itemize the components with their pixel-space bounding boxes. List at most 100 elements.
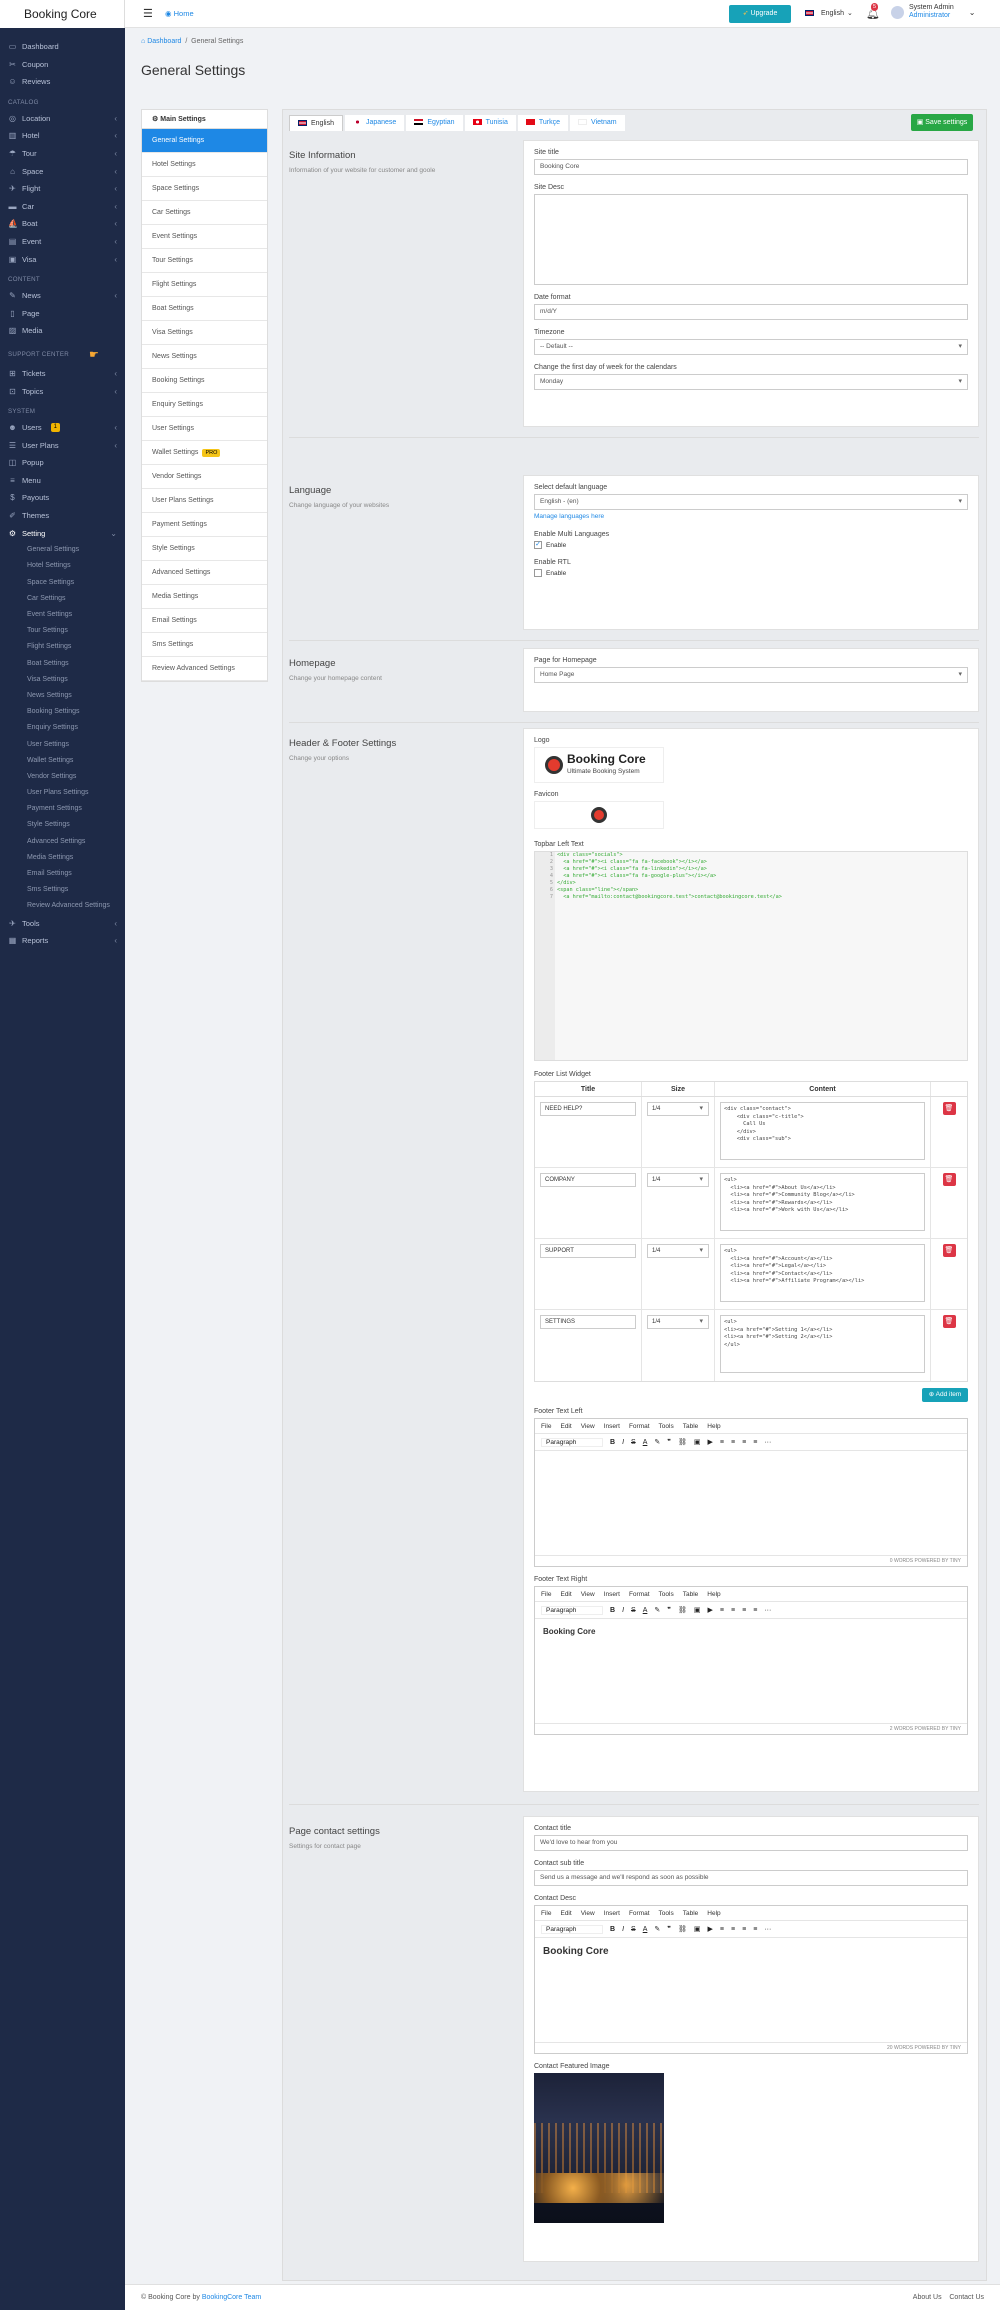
widget-content-textarea[interactable]: <ul> <li><a href="#">About Us</a></li> <… [720, 1173, 925, 1231]
manage-languages-link[interactable]: Manage languages here [534, 513, 968, 520]
multi-language-checkbox[interactable]: ✓ Enable [534, 541, 968, 549]
widget-size-select[interactable]: 1/4 [647, 1173, 709, 1187]
language-dropdown[interactable]: English ⌄ [805, 9, 853, 17]
sidebar-subitem[interactable]: Sms Settings [0, 882, 125, 898]
tab-egyptian[interactable]: Egyptian [406, 115, 463, 131]
sidebar-item-space[interactable]: ⌂ Space ‹ [0, 163, 125, 181]
settings-menu-item[interactable]: Email Settings [142, 609, 267, 633]
widget-size-select[interactable]: 1/4 [647, 1315, 709, 1329]
sidebar-subitem[interactable]: Style Settings [0, 817, 125, 833]
settings-menu-item[interactable]: Flight Settings [142, 273, 267, 297]
bold-icon[interactable]: B [610, 1607, 615, 1614]
sidebar-subitem[interactable]: Space Settings [0, 575, 125, 591]
editor-body[interactable]: Booking Core [535, 1938, 967, 2042]
sidebar-item-tour[interactable]: ☂ Tour ‹ [0, 145, 125, 163]
date-format-input[interactable]: m/d/Y [534, 304, 968, 320]
text-color-icon[interactable]: A [643, 1607, 648, 1614]
sidebar-item-news[interactable]: ✎ News ‹ [0, 287, 125, 305]
editor-body[interactable] [535, 1451, 967, 1555]
notification-bell[interactable]: 🔔︎ 5 [866, 3, 880, 20]
contact-title-input[interactable]: We'd love to hear from you [534, 1835, 968, 1851]
widget-content-textarea[interactable]: <div class="contact"> <div class="c-titl… [720, 1102, 925, 1160]
sidebar-subitem[interactable]: Flight Settings [0, 639, 125, 655]
text-color-icon[interactable]: A [643, 1926, 648, 1933]
sidebar-item-setting[interactable]: ⚙ Setting ⌄ [0, 525, 125, 543]
widget-title-input[interactable]: SETTINGS [540, 1315, 636, 1329]
contact-subtitle-input[interactable]: Send us a message and we'll respond as s… [534, 1870, 968, 1886]
settings-menu-item[interactable]: User Settings [142, 417, 267, 441]
align-right-icon[interactable]: ≡ [742, 1607, 746, 1614]
settings-menu-item[interactable]: News Settings [142, 345, 267, 369]
sidebar-item-popup[interactable]: ◫ Popup [0, 454, 125, 472]
widget-content-textarea[interactable]: <ul> <li><a href="#">Account</a></li> <l… [720, 1244, 925, 1302]
sidebar-subitem[interactable]: Event Settings [0, 607, 125, 623]
block-format-select[interactable]: Paragraph [541, 1924, 603, 1934]
home-link[interactable]: ◉ Home [165, 9, 194, 18]
image-icon[interactable]: ▣ [694, 1606, 701, 1614]
timezone-select[interactable]: -- Default -- [534, 339, 968, 355]
sidebar-item-location[interactable]: ◎ Location ‹ [0, 110, 125, 128]
tab-japanese[interactable]: Japanese [344, 115, 405, 131]
contact-featured-image[interactable] [534, 2073, 664, 2223]
site-desc-textarea[interactable] [534, 194, 968, 285]
breadcrumb-dashboard[interactable]: ⌂ Dashboard [141, 38, 181, 45]
sidebar-subitem[interactable]: Wallet Settings [0, 753, 125, 769]
footer-right-editor[interactable]: File Edit View Insert Format Tools Table Help P… [534, 1586, 968, 1735]
sidebar-subitem[interactable]: Car Settings [0, 591, 125, 607]
align-left-icon[interactable]: ≡ [720, 1607, 724, 1614]
sidebar-subitem[interactable]: General Settings [0, 542, 125, 558]
sidebar-subitem[interactable]: Enquiry Settings [0, 720, 125, 736]
link-icon[interactable]: ⛓ [678, 1438, 687, 1446]
delete-icon[interactable]: 🗑︎ [942, 1244, 956, 1257]
settings-menu-item[interactable]: Style Settings [142, 537, 267, 561]
align-left-icon[interactable]: ≡ [720, 1439, 724, 1446]
settings-menu-item[interactable]: Vendor Settings [142, 465, 267, 489]
settings-menu-item[interactable]: Tour Settings [142, 249, 267, 273]
contact-link[interactable]: Contact Us [949, 2294, 984, 2301]
blockquote-icon[interactable]: ❞ [667, 1925, 671, 1933]
widget-title-input[interactable]: COMPANY [540, 1173, 636, 1187]
delete-icon[interactable]: 🗑︎ [942, 1173, 956, 1186]
align-justify-icon[interactable]: ≡ [753, 1607, 757, 1614]
block-format-select[interactable]: Paragraph [541, 1437, 603, 1447]
strikethrough-icon[interactable]: S [631, 1926, 636, 1933]
settings-menu-item[interactable]: Review Advanced Settings [142, 657, 267, 681]
text-color-icon[interactable]: A [643, 1439, 648, 1446]
highlight-icon[interactable]: ✎ [654, 1925, 660, 1933]
italic-icon[interactable]: I [622, 1607, 624, 1614]
sidebar-item-reviews[interactable]: ☺ Reviews [0, 73, 125, 91]
settings-menu-item[interactable]: Media Settings [142, 585, 267, 609]
sidebar-subitem[interactable]: Payment Settings [0, 801, 125, 817]
settings-menu-item[interactable]: Visa Settings [142, 321, 267, 345]
brand-logo[interactable]: Booking Core [0, 0, 125, 28]
site-title-input[interactable]: Booking Core [534, 159, 968, 175]
tab-english[interactable]: English [289, 115, 343, 131]
bold-icon[interactable]: B [610, 1439, 615, 1446]
logo-preview[interactable]: Booking Core Ultimate Booking System [534, 747, 664, 783]
upgrade-button[interactable]: ➶ Upgrade [729, 5, 791, 23]
sidebar-item-themes[interactable]: ✐ Themes [0, 507, 125, 525]
align-right-icon[interactable]: ≡ [742, 1439, 746, 1446]
link-icon[interactable]: ⛓ [678, 1606, 687, 1614]
highlight-icon[interactable]: ✎ [654, 1438, 660, 1446]
sidebar-item-reports[interactable]: ▦ Reports ‹ [0, 932, 125, 950]
more-icon[interactable]: ··· [764, 1439, 771, 1446]
sidebar-subitem[interactable]: Review Advanced Settings [0, 898, 125, 914]
media-icon[interactable]: ▶ [708, 1925, 713, 1933]
bold-icon[interactable]: B [610, 1926, 615, 1933]
homepage-select[interactable]: Home Page [534, 667, 968, 683]
block-format-select[interactable]: Paragraph [541, 1605, 603, 1615]
contact-desc-editor[interactable]: File Edit View Insert Format Tools Table Help P… [534, 1905, 968, 2054]
settings-menu-item-wallet[interactable]: Wallet Settings PRO [142, 441, 267, 465]
settings-menu-item[interactable]: Booking Settings [142, 369, 267, 393]
save-settings-button[interactable]: ▣ Save settings [911, 114, 973, 131]
settings-menu-item[interactable]: Event Settings [142, 225, 267, 249]
sidebar-subitem[interactable]: User Settings [0, 737, 125, 753]
align-left-icon[interactable]: ≡ [720, 1926, 724, 1933]
sidebar-subitem[interactable]: Visa Settings [0, 672, 125, 688]
default-language-select[interactable]: English - (en) [534, 494, 968, 510]
settings-menu-item[interactable]: Advanced Settings [142, 561, 267, 585]
align-justify-icon[interactable]: ≡ [753, 1926, 757, 1933]
blockquote-icon[interactable]: ❞ [667, 1438, 671, 1446]
align-center-icon[interactable]: ≡ [731, 1607, 735, 1614]
